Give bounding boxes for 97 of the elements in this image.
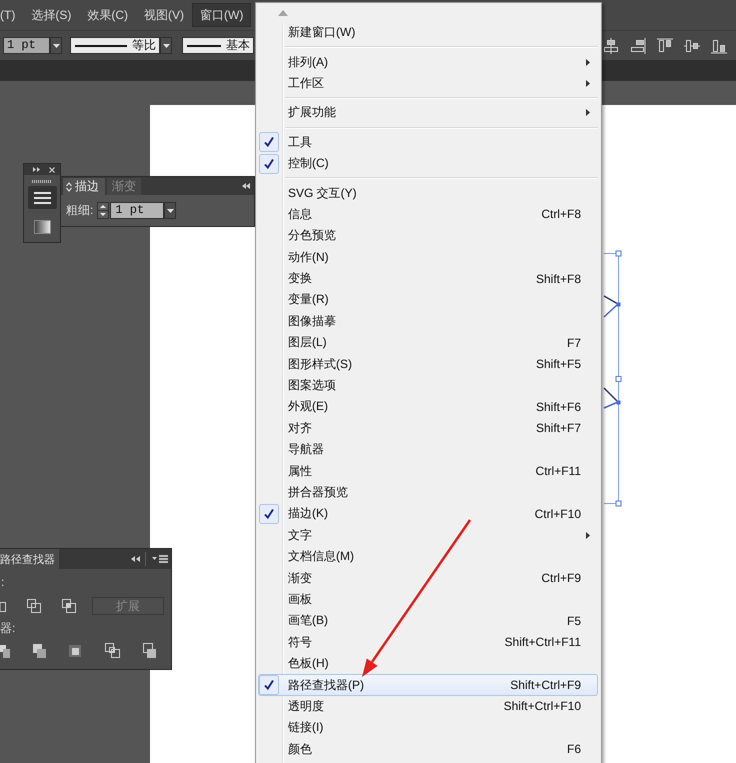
menu-item[interactable]: 画板	[258, 588, 598, 610]
menu-item[interactable]: 工作区	[258, 72, 598, 94]
menu-item[interactable]: SVG 交互(Y)	[258, 182, 598, 204]
caret-icon	[162, 44, 170, 48]
menu-item[interactable]: 色板(H)	[258, 652, 598, 674]
align-right-icon[interactable]	[630, 38, 646, 54]
shortcut-label: Shift+Ctrl+F9	[510, 678, 581, 692]
overlapping-squares-icon[interactable]	[0, 643, 10, 659]
weight-label: 粗细:	[66, 202, 94, 219]
overlapping-squares-icon[interactable]	[142, 643, 157, 659]
menu-item[interactable]: 符号 Shift+Ctrl+F11	[258, 632, 598, 653]
caret-icon	[166, 208, 174, 212]
shortcut-label: F6	[566, 742, 581, 756]
dropdown-button[interactable]	[50, 37, 62, 54]
align-bottom-icon[interactable]	[711, 38, 727, 54]
section-label: 器:	[0, 621, 16, 635]
menu-item[interactable]: 排列(A)	[258, 51, 598, 73]
overlapping-squares-icon[interactable]	[105, 643, 120, 659]
stroke-profile-field[interactable]: 等比	[70, 37, 160, 54]
dropdown-button[interactable]	[160, 37, 172, 54]
shortcut-label: F5	[566, 614, 581, 628]
selection-handle[interactable]	[616, 500, 622, 506]
stepper-arrows-icon[interactable]	[97, 202, 110, 219]
panel-menu-icon[interactable]	[152, 555, 168, 563]
shortcut-label: Shift+F8	[536, 272, 581, 286]
overlapping-squares-icon[interactable]	[32, 643, 47, 659]
menu-item[interactable]: 导航器	[258, 439, 598, 460]
menu-bar-item[interactable]: 选择(S)	[23, 3, 80, 27]
stroke-lines-icon[interactable]	[28, 186, 56, 209]
menu-item[interactable]: 画笔(B) F5	[258, 610, 598, 632]
menu-bar-item[interactable]: (T)	[0, 3, 24, 27]
menu-item[interactable]: 图形样式(S) Shift+F5	[258, 353, 598, 375]
menu-item[interactable]: 新建窗口(W)	[258, 22, 598, 44]
close-icon[interactable]	[49, 166, 55, 172]
menu-item[interactable]: 动作(N)	[258, 246, 598, 268]
gradient-swatch-icon[interactable]	[34, 220, 50, 234]
menu-item[interactable]: 渐变 Ctrl+F9	[258, 567, 598, 589]
menu-item[interactable]: 文字	[258, 524, 598, 546]
collapse-arrows-icon[interactable]	[242, 183, 250, 189]
menu-item[interactable]: 颜色 F6	[258, 738, 598, 760]
shortcut-label: Ctrl+F11	[536, 464, 581, 478]
shortcut-label: Shift+Ctrl+F10	[504, 699, 581, 714]
shortcut-label: Ctrl+F8	[541, 207, 581, 222]
overlapping-squares-icon[interactable]	[62, 599, 76, 613]
shortcut-label: Shift+F7	[536, 421, 581, 436]
overlapping-squares-icon[interactable]	[27, 599, 41, 613]
menu-item[interactable]: 图层(L) F7	[258, 332, 598, 354]
menu-item[interactable]: 外观(E) Shift+F6	[258, 396, 598, 418]
menu-item[interactable]: 属性 Ctrl+F11	[258, 460, 598, 482]
weight-field[interactable]: 1 pt	[110, 202, 164, 219]
align-middle-icon[interactable]	[684, 38, 700, 54]
dropdown-button[interactable]	[164, 202, 176, 219]
selection-handle[interactable]	[616, 250, 622, 256]
menu-item[interactable]: 文档信息(M)	[258, 546, 598, 568]
align-center-icon[interactable]	[603, 38, 619, 54]
menu-item[interactable]: 图案选项	[258, 374, 598, 396]
menu-bar-item[interactable]: 窗口(W)	[192, 3, 252, 27]
overlapping-squares-icon[interactable]	[0, 599, 6, 613]
menu-item[interactable]: 透明度 Shift+Ctrl+F10	[258, 696, 598, 718]
shortcut-label: Shift+F5	[536, 357, 581, 372]
menu-item[interactable]: 扩展功能	[258, 102, 598, 124]
menu-bar-item[interactable]: 视图(V)	[136, 3, 192, 27]
selection-handle[interactable]	[616, 376, 622, 382]
menu-item[interactable]: 信息 Ctrl+F8	[258, 204, 598, 226]
collapse-arrows-icon[interactable]	[131, 556, 140, 562]
grip-icon[interactable]	[32, 180, 52, 183]
shape-path	[603, 295, 619, 318]
panel-tab[interactable]: 路径查找器	[0, 549, 59, 569]
stroke-profile-field[interactable]: 基本	[182, 37, 254, 54]
menu-item[interactable]: 描边(K) Ctrl+F10	[258, 503, 598, 525]
menu-item[interactable]: 分色预览	[258, 225, 598, 247]
line-icon	[187, 44, 221, 46]
double-arrow-icon[interactable]	[33, 167, 40, 172]
line-icon	[75, 44, 127, 46]
menu-item[interactable]: 拼合器预览	[258, 482, 598, 504]
menu-item[interactable]: 图像描摹	[258, 310, 598, 332]
menu-item[interactable]: 变量(R)	[258, 289, 598, 311]
menu-item[interactable]: 链接(I)	[258, 717, 598, 738]
menu-item[interactable]: 对齐 Shift+F7	[258, 418, 598, 440]
stroke-weight-field[interactable]: 1 pt	[3, 37, 50, 54]
menu-item[interactable]: 路径查找器(P) Shift+Ctrl+F9	[258, 674, 598, 696]
shortcut-label: Shift+Ctrl+F11	[504, 635, 581, 650]
menu-item[interactable]: 变换 Shift+F8	[258, 268, 598, 290]
shortcut-label: Ctrl+F9	[541, 571, 581, 586]
sort-arrows-icon[interactable]	[66, 182, 72, 192]
shortcut-label: Ctrl+F10	[534, 506, 581, 521]
panel-tab[interactable]: 描边	[63, 178, 105, 195]
caret-icon	[52, 44, 60, 48]
section-label: :	[1, 575, 4, 589]
menu-item[interactable]: 工具	[258, 132, 598, 153]
overlapping-squares-icon[interactable]	[68, 643, 83, 659]
menu-item[interactable]: 控制(C)	[258, 152, 598, 174]
shortcut-label: F7	[566, 336, 581, 350]
shortcut-label: Shift+F6	[536, 400, 581, 414]
align-top-icon[interactable]	[657, 38, 673, 54]
menu-bar-item[interactable]: 效果(C)	[79, 3, 136, 27]
shape-path	[603, 387, 619, 409]
